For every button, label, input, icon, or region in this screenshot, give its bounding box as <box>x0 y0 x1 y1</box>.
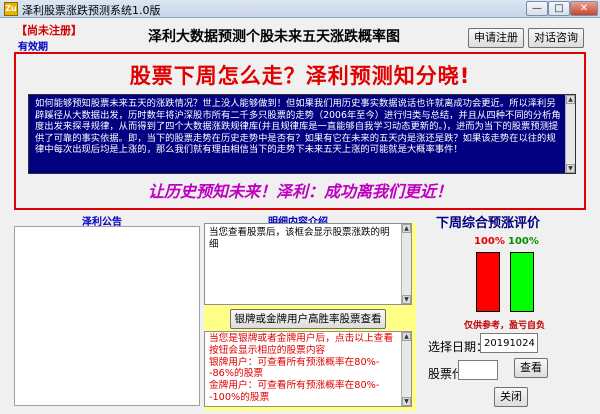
premium-stock-query-button[interactable]: 银牌或金牌用户高胜率股票查看 <box>230 309 386 329</box>
scroll-down-icon[interactable]: ▼ <box>402 295 411 304</box>
window-title: 泽利股票涨跌预测系统1.0版 <box>22 4 161 17</box>
up-percent-label: 100% <box>508 236 539 247</box>
scroll-up-icon[interactable]: ▲ <box>402 332 411 341</box>
banner-slogan: 让历史预知未来！泽利：成功离我们更近！ <box>147 182 452 201</box>
apply-register-button[interactable]: 申请注册 <box>468 28 524 48</box>
description-text: 如何能够预知股票未来五天的涨跌情况？世上没人能够做到！但如果我们用历史事实数据说… <box>35 98 561 156</box>
scroll-up-icon[interactable]: ▲ <box>402 224 411 233</box>
detail-text: 当您查看股票后，该框会显示股票涨跌的明细 <box>209 227 390 250</box>
query-button[interactable]: 查看 <box>514 358 548 378</box>
premium-textbox[interactable]: 当您是银牌或者金牌用户后，点击以上查看按钮会显示相应的股票内容 银牌用户：可查看… <box>204 331 412 407</box>
down-percent-label: 100% <box>474 236 505 247</box>
premium-scrollbar[interactable]: ▲ ▼ <box>401 332 411 406</box>
scroll-down-icon[interactable]: ▼ <box>402 397 411 406</box>
premium-text: 当您是银牌或者金牌用户后，点击以上查看按钮会显示相应的股票内容 银牌用户：可查看… <box>209 333 394 403</box>
notice-box <box>14 226 200 406</box>
rating-title: 下周综合预涨评价 <box>436 216 541 231</box>
minimize-button[interactable]: — <box>526 1 548 16</box>
detail-scrollbar[interactable]: ▲ ▼ <box>401 224 411 304</box>
description-box: 如何能够预知股票未来五天的涨跌情况？世上没人能够做到！但如果我们用历史事实数据说… <box>28 94 576 174</box>
description-scrollbar[interactable]: ▲ ▼ <box>565 95 575 173</box>
date-input[interactable] <box>480 333 538 353</box>
chat-consult-button[interactable]: 对话咨询 <box>528 28 584 48</box>
app-heading: 泽利大数据预测个股未来五天涨跌概率图 <box>148 29 400 45</box>
app-icon: Zu <box>4 2 18 16</box>
down-bar <box>476 252 500 312</box>
scroll-up-icon[interactable]: ▲ <box>566 95 575 104</box>
banner-title: 股票下周怎么走？泽利预测知分晓! <box>129 64 471 88</box>
title-bar: Zu 泽利股票涨跌预测系统1.0版 — □ ✕ <box>0 0 600 18</box>
registration-status: 【尚未注册】 <box>16 24 82 37</box>
up-bar <box>510 252 534 312</box>
date-label: 选择日期： <box>428 340 489 354</box>
close-button[interactable]: 关闭 <box>494 387 528 407</box>
close-window-button[interactable]: ✕ <box>570 1 598 16</box>
stock-code-input[interactable] <box>458 360 498 380</box>
scroll-down-icon[interactable]: ▼ <box>566 164 575 173</box>
validity-label: 有效期 <box>18 42 48 53</box>
intro-banner: 股票下周怎么走？泽利预测知分晓! 如何能够预知股票未来五天的涨跌情况？世上没人能… <box>14 52 586 210</box>
detail-textbox[interactable]: 当您查看股票后，该框会显示股票涨跌的明细 ▲ ▼ <box>204 223 412 305</box>
maximize-button[interactable]: □ <box>548 1 570 16</box>
disclaimer: 仅供参考，盈亏自负 <box>464 321 546 331</box>
